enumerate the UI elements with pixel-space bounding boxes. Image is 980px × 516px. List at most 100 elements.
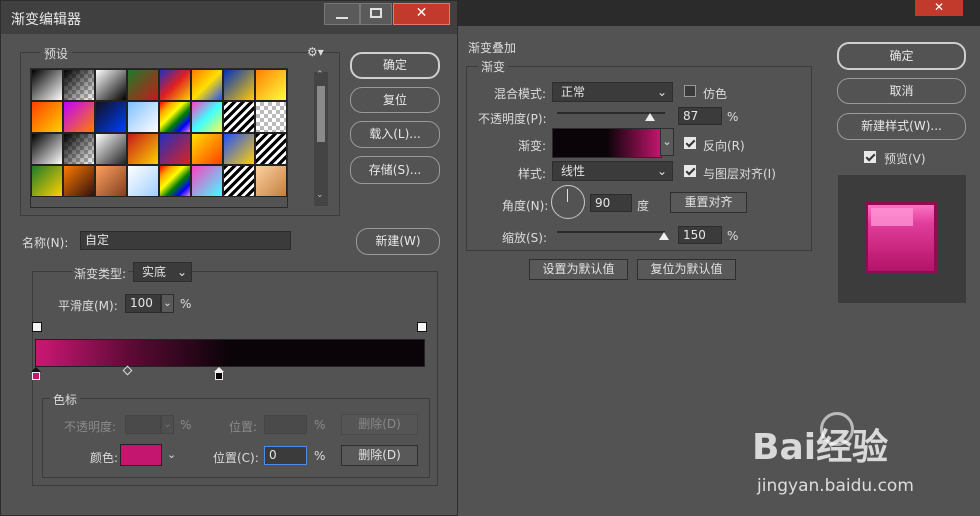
blend-mode-label: 混合模式: [494, 87, 547, 101]
preset-swatch[interactable] [127, 133, 159, 165]
gradient-bar[interactable] [35, 339, 425, 367]
preset-swatch[interactable] [95, 101, 127, 133]
layer-style-titlebar [455, 0, 980, 26]
preset-swatch[interactable] [159, 165, 191, 197]
minimize-icon [336, 17, 348, 19]
preset-swatch[interactable] [31, 165, 63, 197]
preset-swatch[interactable] [191, 101, 223, 133]
reset-button[interactable]: 复位 [350, 87, 440, 113]
gradient-swatch[interactable] [552, 128, 662, 158]
new-button[interactable]: 新建(W) [356, 228, 440, 255]
reset-align-button[interactable]: 重置对齐 [670, 192, 747, 213]
preset-swatch[interactable] [63, 133, 95, 165]
smoothness-dropdown[interactable]: ⌄ [161, 294, 174, 313]
gradient-dropdown[interactable]: ⌄ [660, 128, 674, 156]
editor-titlebar: 渐变编辑器 ✕ [1, 1, 457, 34]
stop-location-unit-disabled: % [314, 418, 326, 432]
opacity-stop-right[interactable] [417, 322, 427, 332]
new-style-button[interactable]: 新建样式(W)... [837, 113, 966, 140]
stop-opacity-label: 不透明度: [64, 420, 117, 434]
scroll-thumb[interactable] [317, 86, 325, 142]
reset-default-button[interactable]: 复位为默认值 [637, 259, 736, 280]
group-title: 渐变 [478, 58, 509, 75]
chevron-down-icon[interactable]: ⌄ [167, 448, 176, 461]
layer-cancel-button[interactable]: 取消 [837, 78, 966, 104]
preset-swatch[interactable] [191, 69, 223, 101]
preset-swatch[interactable] [63, 101, 95, 133]
opacity-slider-thumb[interactable] [645, 113, 655, 121]
opacity-stop-left[interactable] [32, 322, 42, 332]
preset-swatch[interactable] [127, 69, 159, 101]
preset-swatch[interactable] [127, 101, 159, 133]
scale-slider-thumb[interactable] [659, 232, 669, 240]
angle-field[interactable]: 90 [590, 194, 632, 212]
stop-location-field[interactable]: 0 [264, 446, 307, 465]
preset-swatch[interactable] [223, 69, 255, 101]
maximize-button[interactable] [360, 3, 392, 25]
smoothness-field[interactable]: 100 [125, 294, 161, 313]
preset-swatch[interactable] [95, 69, 127, 101]
preset-swatch[interactable] [95, 165, 127, 197]
preset-swatch[interactable] [63, 69, 95, 101]
chevron-down-icon: ⌄ [163, 419, 172, 430]
name-field[interactable]: 自定 [80, 231, 291, 250]
delete-button[interactable]: 删除(D) [341, 445, 418, 466]
preset-swatch[interactable] [223, 133, 255, 165]
preset-swatch[interactable] [255, 69, 287, 101]
preset-scrollbar[interactable]: ⌃ ⌄ [314, 70, 328, 206]
align-checkbox[interactable] [684, 165, 696, 177]
preset-swatch[interactable] [63, 165, 95, 197]
stop-color-swatch[interactable] [120, 444, 162, 466]
preset-swatch[interactable] [31, 101, 63, 133]
preview-thumbnail [838, 175, 966, 303]
preset-swatch[interactable] [31, 133, 63, 165]
minimize-button[interactable] [324, 3, 360, 25]
close-icon[interactable]: ✕ [915, 0, 963, 16]
preset-grid[interactable] [30, 68, 288, 208]
preset-swatch[interactable] [223, 101, 255, 133]
preset-swatch[interactable] [95, 133, 127, 165]
chevron-down-icon: ⌄ [163, 298, 172, 309]
preset-swatch[interactable] [191, 133, 223, 165]
preset-swatch[interactable] [255, 101, 287, 133]
smoothness-unit: % [180, 297, 192, 311]
save-button[interactable]: 存储(S)... [350, 156, 440, 184]
align-label: 与图层对齐(I) [703, 167, 776, 181]
preset-swatch[interactable] [191, 165, 223, 197]
chevron-down-icon: ⌄ [656, 85, 667, 99]
stop-opacity-dropdown: ⌄ [161, 415, 174, 434]
load-button[interactable]: 载入(L)... [350, 121, 440, 148]
reverse-checkbox[interactable] [684, 137, 696, 149]
preset-swatch[interactable] [127, 165, 159, 197]
blend-mode-select[interactable]: 正常 ⌄ [552, 82, 673, 102]
style-select[interactable]: 线性 ⌄ [552, 161, 673, 181]
preview-checkbox[interactable] [864, 151, 876, 163]
gradient-type-select[interactable]: 实底 ⌄ [133, 262, 192, 282]
gradient-type-value: 实底 [142, 265, 167, 279]
preset-swatch[interactable] [159, 69, 191, 101]
close-button[interactable]: ✕ [393, 3, 450, 25]
stops-title: 色标 [50, 391, 81, 408]
blend-mode-value: 正常 [561, 85, 586, 99]
layer-ok-button[interactable]: 确定 [837, 42, 966, 70]
set-default-button[interactable]: 设置为默认值 [529, 259, 628, 280]
scroll-down-icon[interactable]: ⌄ [316, 190, 324, 200]
stop-location-label-disabled: 位置: [229, 420, 258, 434]
color-stop-left[interactable] [31, 367, 41, 380]
opacity-field[interactable]: 87 [678, 107, 722, 125]
color-stop-right[interactable] [214, 367, 224, 380]
scale-field[interactable]: 150 [678, 226, 722, 244]
preset-swatch[interactable] [255, 133, 287, 165]
preset-swatch[interactable] [159, 133, 191, 165]
scale-slider[interactable] [557, 231, 665, 233]
preset-swatch[interactable] [255, 165, 287, 197]
angle-dial[interactable] [551, 185, 585, 219]
preset-swatch[interactable] [223, 165, 255, 197]
dither-checkbox[interactable] [684, 85, 696, 97]
preset-swatch[interactable] [31, 69, 63, 101]
ok-button[interactable]: 确定 [350, 52, 440, 79]
gear-icon[interactable]: ⚙▾ [307, 45, 324, 59]
preset-swatch[interactable] [159, 101, 191, 133]
paw-icon [820, 412, 854, 446]
scroll-up-icon[interactable]: ⌃ [316, 70, 324, 80]
